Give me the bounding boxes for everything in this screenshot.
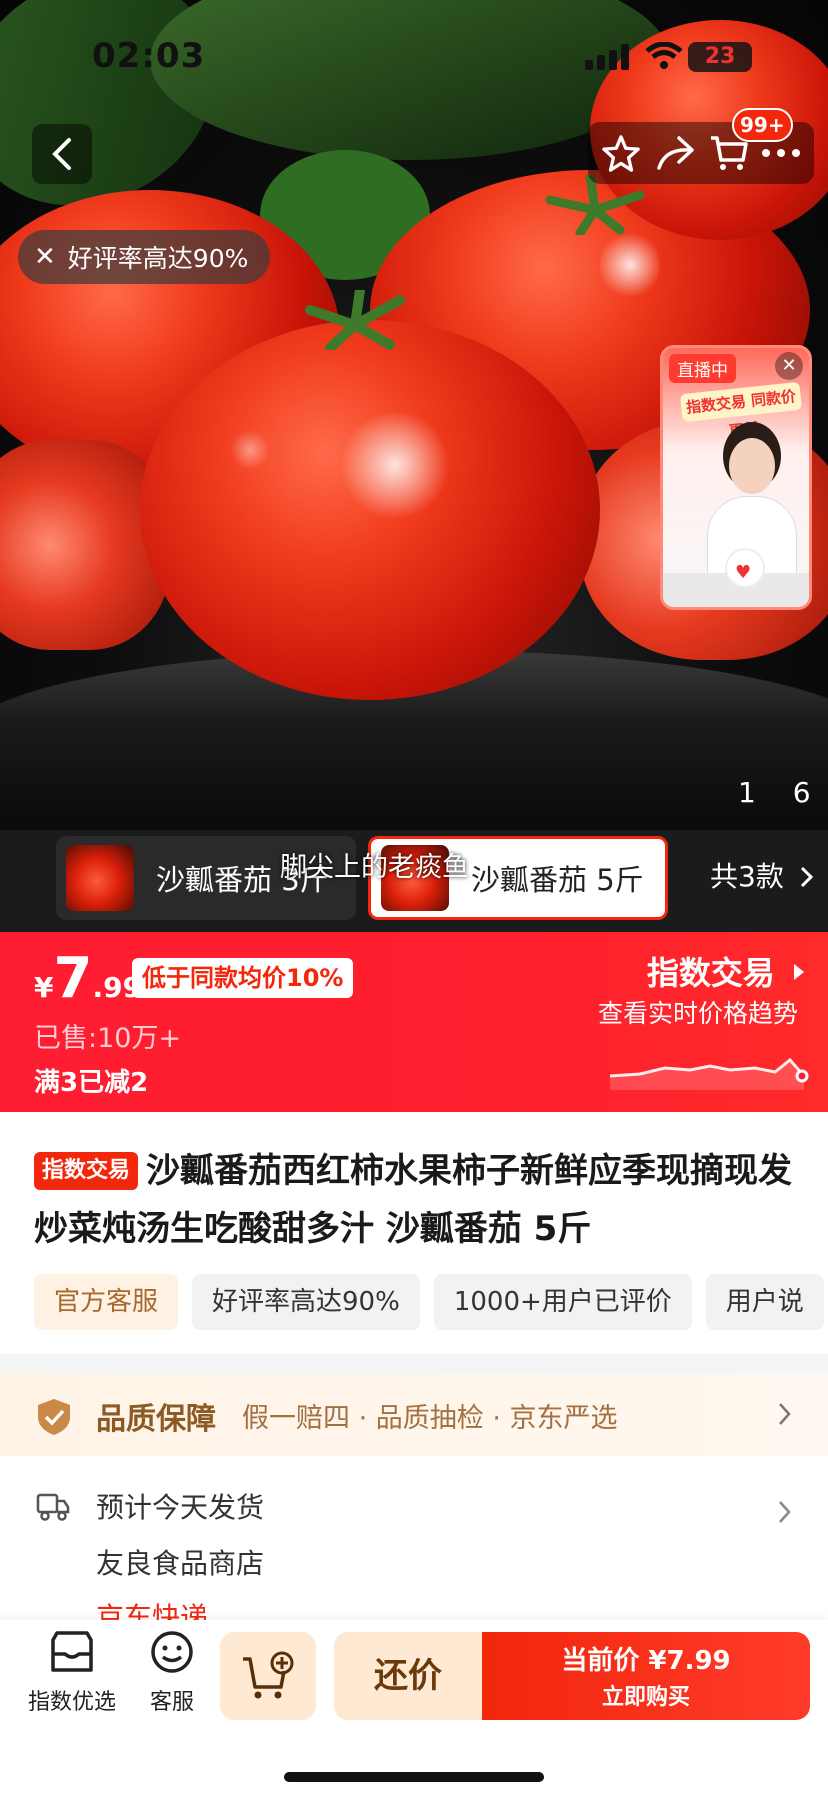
- variant-count-link[interactable]: 共3款: [710, 855, 815, 895]
- star-icon: [602, 135, 640, 172]
- price-trend-sparkline[interactable]: [610, 1040, 810, 1090]
- battery-indicator: 23: [688, 42, 752, 72]
- store-button[interactable]: 指数优选: [26, 1630, 118, 1716]
- cart-count-badge: 99+: [732, 108, 793, 142]
- quality-subtitle: 假一赔四 · 品质抽检 · 京东严选: [242, 1403, 618, 1434]
- chip-good-rating[interactable]: 好评率高达90%: [192, 1274, 420, 1330]
- index-trading-link[interactable]: 指数交易: [647, 948, 806, 994]
- chevron-left-icon: [52, 138, 71, 170]
- live-banner: 指数交易 同款价更低: [679, 381, 803, 440]
- rating-pill-text: 好评率高达90%: [67, 244, 249, 273]
- delivery-truck-icon: [36, 1493, 70, 1521]
- price-band: ¥7.99 低于同款均价10% 已售:10万+ 满3已减2 指数交易 查看实时价…: [0, 932, 828, 1112]
- store-label: 指数优选: [27, 1690, 116, 1715]
- rating-pill[interactable]: ✕ 好评率高达90%: [18, 230, 271, 284]
- tomato-stem: [305, 290, 405, 350]
- variant-label: 沙瓤番茄 5斤: [471, 863, 644, 897]
- image-pager: 1 6: [738, 776, 825, 809]
- price-currency: ¥: [34, 971, 54, 1004]
- index-trading-tag: 指数交易: [34, 1152, 139, 1190]
- service-button[interactable]: 客服: [138, 1630, 206, 1716]
- bargain-button[interactable]: 还价: [334, 1632, 482, 1720]
- shield-check-icon: [38, 1399, 70, 1435]
- index-trading-subtitle[interactable]: 查看实时价格趋势: [598, 994, 798, 1030]
- bottom-action-bar: 指数优选 客服 还价 当前价 ¥7.99 立即购买: [0, 1620, 828, 1795]
- add-cart-icon: [243, 1651, 294, 1699]
- price-integer: 7: [53, 946, 93, 1011]
- live-comment-overlay: 脚尖上的老痰鱼: [280, 852, 469, 883]
- product-detail-page: 02:03 23 99+ ✕ 好评率高达90% 直播中 ✕ 指数交易 同款价更低…: [0, 0, 828, 1795]
- more-dots-icon: [762, 149, 800, 157]
- buy-now-button[interactable]: 当前价 ¥7.99 立即购买: [482, 1632, 810, 1720]
- promo-text: 满3已减2: [34, 1068, 149, 1098]
- chip-user-says[interactable]: 用户说: [705, 1274, 824, 1330]
- tomato-stem: [545, 175, 645, 235]
- live-tag: 直播中: [669, 354, 736, 383]
- tomato-main: [140, 320, 600, 700]
- cellular-signal-icon: [585, 44, 629, 70]
- sold-count: 已售:10万+: [34, 1023, 182, 1054]
- shipping-row[interactable]: 预计今天发货 友良食品商店 京东快递: [0, 1456, 828, 1634]
- buy-price: 当前价 ¥7.99: [561, 1646, 731, 1676]
- quality-title: 品质保障: [96, 1402, 216, 1437]
- chip-reviews[interactable]: 1000+用户已评价: [433, 1274, 692, 1330]
- service-label: 客服: [149, 1690, 194, 1715]
- live-stream-window[interactable]: 直播中 ✕ 指数交易 同款价更低 ♥: [660, 345, 812, 610]
- add-to-cart-button[interactable]: [220, 1632, 316, 1720]
- home-indicator: [284, 1772, 544, 1782]
- price: ¥7.99: [34, 946, 142, 1011]
- heart-icon: ♥: [735, 562, 752, 583]
- caret-right-icon: [794, 964, 804, 980]
- share-button[interactable]: [654, 132, 696, 174]
- variant-thumbnail: [66, 845, 134, 911]
- chevron-right-icon: [800, 866, 813, 888]
- buy-label: 立即购买: [601, 1685, 690, 1710]
- ship-estimate: 预计今天发货: [96, 1491, 265, 1524]
- store-icon: [51, 1631, 93, 1672]
- wifi-icon: [645, 42, 683, 69]
- product-chips: 官方客服 好评率高达90% 1000+用户已评价 用户说: [34, 1274, 828, 1330]
- quality-guarantee-row[interactable]: 品质保障 假一赔四 · 品质抽检 · 京东严选: [0, 1374, 828, 1456]
- smiley-service-icon: [151, 1631, 193, 1673]
- back-button[interactable]: [32, 124, 92, 184]
- index-trading-title: 指数交易: [646, 954, 775, 992]
- price-compare-badge: 低于同款均价10%: [132, 958, 354, 998]
- close-icon[interactable]: ✕: [34, 242, 56, 272]
- section-divider: [0, 1354, 828, 1374]
- status-time: 02:03: [92, 36, 206, 76]
- status-bar: 02:03 23: [0, 30, 828, 80]
- product-title: 指数交易 沙瓤番茄西红柿水果柿子新鲜应季现摘现发 炒菜炖汤生吃酸甜多汁 沙瓤番茄 …: [34, 1142, 814, 1258]
- chevron-right-icon: [779, 1403, 791, 1425]
- variant-count-label: 共3款: [710, 860, 784, 893]
- product-title-text: 沙瓤番茄西红柿水果柿子新鲜应季现摘现发 炒菜炖汤生吃酸甜多汁 沙瓤番茄 5斤: [34, 1151, 793, 1249]
- share-icon: [657, 136, 694, 170]
- chip-official-service[interactable]: 官方客服: [34, 1274, 179, 1330]
- live-close-icon[interactable]: ✕: [775, 352, 803, 380]
- store-name: 友良食品商店: [96, 1547, 265, 1580]
- chevron-right-icon: [779, 1501, 791, 1523]
- favorite-button[interactable]: [600, 132, 642, 174]
